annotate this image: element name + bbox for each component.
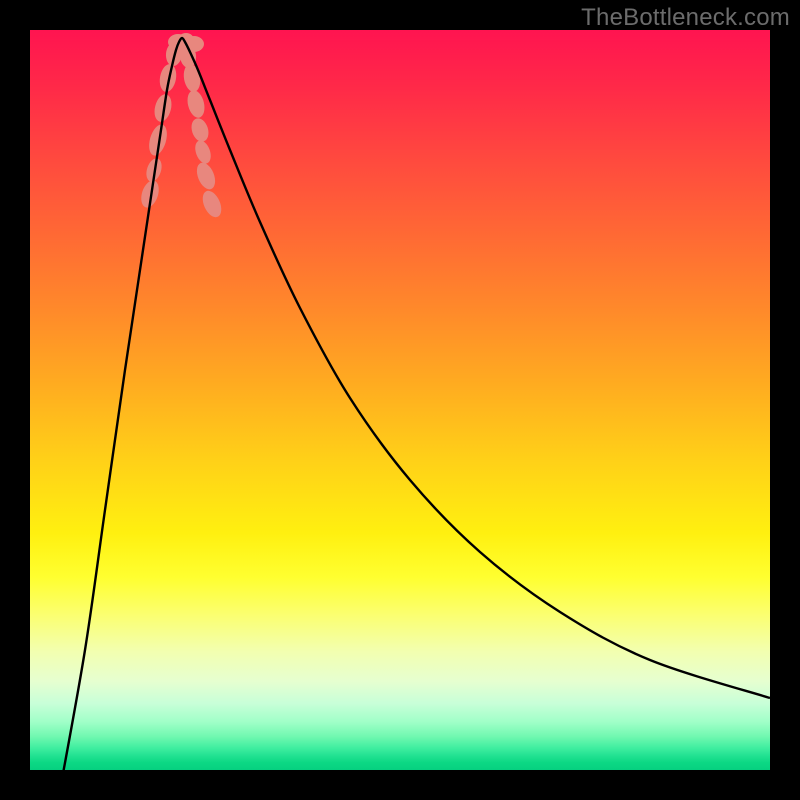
chart-svg <box>30 30 770 770</box>
bottleneck-curve <box>60 38 770 770</box>
chart-outer-frame: TheBottleneck.com <box>0 0 800 800</box>
marker-blob <box>185 88 207 119</box>
plot-area <box>30 30 770 770</box>
marker-blob <box>182 63 203 93</box>
marker-blob <box>193 160 218 192</box>
marker-blob <box>189 116 212 144</box>
watermark-text: TheBottleneck.com <box>581 4 790 32</box>
marker-blob <box>192 138 213 165</box>
marker-blob <box>199 188 225 220</box>
